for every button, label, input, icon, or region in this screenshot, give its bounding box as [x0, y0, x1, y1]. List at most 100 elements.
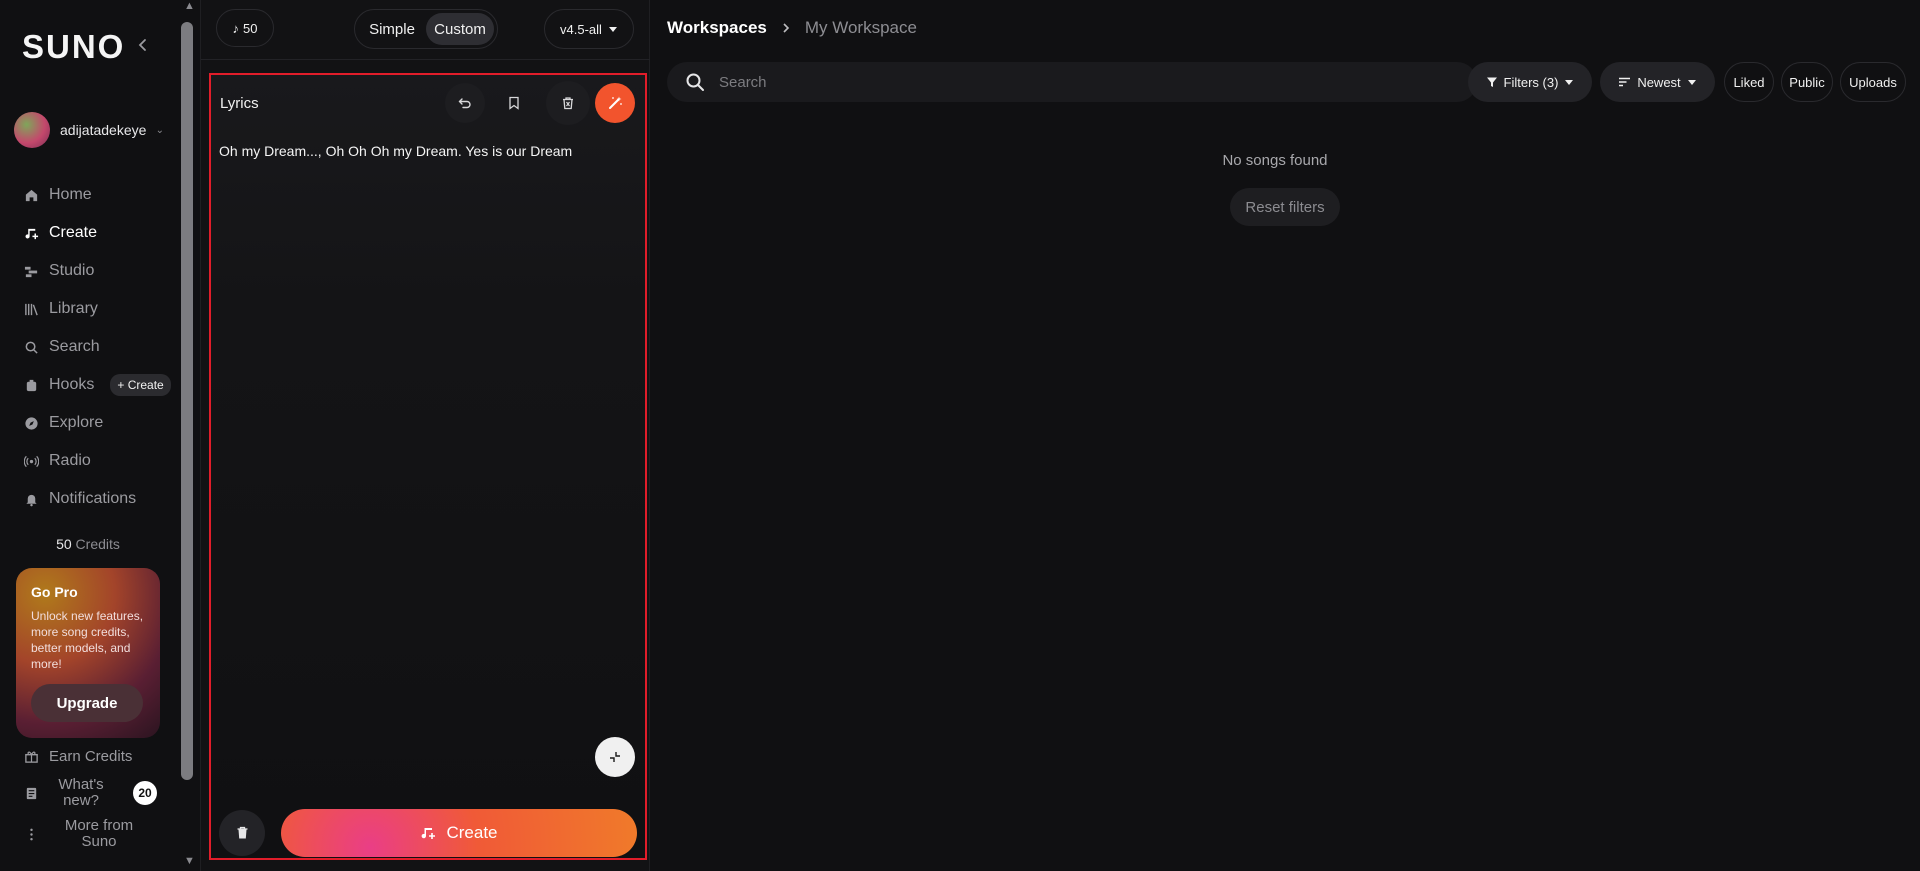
hooks-icon — [26, 379, 37, 391]
sidebar-item-explore[interactable]: Explore — [24, 404, 174, 442]
music-note-icon: ♪ — [232, 20, 240, 36]
sidebar-item-label: Hooks — [49, 376, 95, 393]
avatar — [14, 112, 50, 148]
uploads-filter-button[interactable]: Uploads — [1840, 62, 1906, 102]
go-pro-text: Unlock new features, more song credits, … — [31, 609, 144, 671]
upgrade-button[interactable]: Upgrade — [31, 684, 143, 722]
library-icon — [25, 303, 38, 315]
news-icon — [26, 787, 37, 799]
sidebar-item-radio[interactable]: Radio — [24, 442, 174, 480]
sidebar-item-notifications[interactable]: Notifications — [24, 480, 174, 518]
sidebar-item-label: Create — [49, 224, 98, 241]
sidebar-item-studio[interactable]: Studio — [24, 252, 174, 290]
credits-count: 50 Credits — [0, 536, 176, 552]
sidebar-item-label: Earn Credits — [49, 747, 133, 765]
suno-logo[interactable]: SUNO — [22, 28, 125, 66]
song-search[interactable] — [667, 62, 1477, 102]
sidebar-item-label: Home — [49, 186, 92, 203]
user-menu[interactable]: adijatadekeye ⌄ — [14, 112, 164, 148]
studio-icon — [24, 266, 38, 277]
liked-filter-button[interactable]: Liked — [1724, 62, 1774, 102]
credits-pill-value: 50 — [243, 20, 258, 36]
clear-lyrics-button[interactable] — [546, 81, 590, 125]
scroll-up-arrow-icon[interactable]: ▲ — [184, 0, 195, 12]
mode-toggle: Simple Custom — [354, 9, 498, 49]
model-version-select[interactable]: v4.5-all — [544, 9, 634, 49]
filter-icon — [1486, 77, 1497, 87]
sidebar-item-earn-credits[interactable]: Earn Credits — [24, 740, 174, 772]
gift-icon — [25, 751, 38, 763]
trash-icon — [237, 826, 247, 839]
lyrics-panel: Lyrics Oh my Dream..., Oh Oh Oh my Dream… — [209, 73, 647, 860]
sort-icon — [1619, 77, 1631, 87]
undo-button[interactable] — [445, 83, 485, 123]
sidebar-item-home[interactable]: Home — [24, 176, 174, 214]
filters-button[interactable]: Filters (3) — [1468, 62, 1592, 102]
credits-value: 50 — [56, 536, 72, 552]
chevron-right-icon — [783, 23, 789, 33]
sidebar-item-library[interactable]: Library — [24, 290, 174, 328]
bookmark-button[interactable] — [494, 83, 534, 123]
sidebar-nav: Home Create Studio Library Search Hooks … — [24, 176, 174, 518]
bell-icon — [26, 494, 37, 506]
collapse-sidebar-icon[interactable] — [134, 36, 152, 54]
sidebar-item-hooks[interactable]: Hooks + Create — [24, 366, 174, 404]
music-note-icon — [422, 828, 436, 839]
sidebar-item-more-from-suno[interactable]: More from Suno — [24, 814, 174, 854]
magic-wand-icon — [609, 96, 622, 109]
sidebar-item-label: Studio — [49, 262, 95, 279]
sidebar-item-label: More from Suno — [64, 817, 134, 850]
whats-new-count-badge: 20 — [133, 781, 157, 805]
mode-custom-button[interactable]: Custom — [426, 13, 494, 45]
scroll-down-arrow-icon[interactable]: ▼ — [184, 855, 195, 867]
breadcrumb-workspaces[interactable]: Workspaces — [667, 18, 767, 38]
create-song-button[interactable]: Create — [281, 809, 637, 857]
breadcrumb-current[interactable]: My Workspace — [805, 18, 917, 38]
sidebar-item-whats-new[interactable]: What's new? 20 — [24, 772, 174, 814]
mode-simple-button[interactable]: Simple — [358, 13, 426, 45]
radio-icon — [24, 455, 39, 467]
sidebar-item-search[interactable]: Search — [24, 328, 174, 366]
sidebar-item-create[interactable]: Create — [24, 214, 174, 252]
collapse-icon — [610, 752, 620, 762]
sidebar-scrollbar[interactable]: ▲ ▼ — [180, 0, 200, 871]
sidebar-item-label: Explore — [49, 414, 104, 431]
search-icon — [25, 341, 38, 354]
collapse-editor-button[interactable] — [595, 737, 635, 777]
chevron-down-icon: ⌄ — [155, 124, 164, 136]
scrollbar-thumb[interactable] — [181, 22, 193, 780]
magic-wand-button[interactable] — [595, 83, 635, 123]
sidebar-bottom-nav: Earn Credits What's new? 20 More from Su… — [24, 740, 174, 854]
caret-down-icon — [608, 27, 617, 32]
more-vertical-icon — [30, 828, 33, 840]
delete-button[interactable] — [219, 810, 265, 856]
create-topbar: ♪ 50 Simple Custom v4.5-all — [201, 0, 651, 60]
undo-icon — [458, 98, 471, 109]
create-panel: ♪ 50 Simple Custom v4.5-all Lyrics Oh my… — [200, 0, 651, 871]
search-input[interactable] — [717, 72, 1417, 92]
reset-filters-button[interactable]: Reset filters — [1230, 188, 1340, 226]
caret-down-icon — [1687, 80, 1696, 85]
sort-label: Newest — [1637, 74, 1681, 90]
public-filter-button[interactable]: Public — [1781, 62, 1833, 102]
sidebar-item-label: What's new? — [58, 776, 104, 809]
caret-down-icon — [1565, 80, 1574, 85]
sidebar: SUNO adijatadekeye ⌄ Home Create Studio … — [0, 0, 180, 871]
username: adijatadekeye — [60, 122, 146, 138]
search-icon — [686, 73, 704, 91]
breadcrumb: Workspaces My Workspace — [667, 18, 917, 38]
lyrics-textarea[interactable]: Oh my Dream..., Oh Oh Oh my Dream. Yes i… — [219, 143, 572, 159]
sidebar-item-label: Radio — [49, 452, 91, 469]
home-icon — [25, 189, 38, 201]
filters-label: Filters (3) — [1503, 74, 1559, 90]
credits-pill[interactable]: ♪ 50 — [216, 9, 274, 47]
create-song-label: Create — [446, 823, 498, 842]
model-version-label: v4.5-all — [560, 21, 602, 37]
sidebar-item-label: Library — [49, 300, 98, 317]
credits-label: Credits — [71, 536, 120, 552]
sidebar-item-label: Notifications — [49, 490, 137, 507]
trash-icon — [563, 97, 573, 110]
sort-button[interactable]: Newest — [1600, 62, 1715, 102]
empty-state-message: No songs found — [1222, 152, 1328, 169]
hooks-create-badge[interactable]: + Create — [110, 374, 171, 396]
